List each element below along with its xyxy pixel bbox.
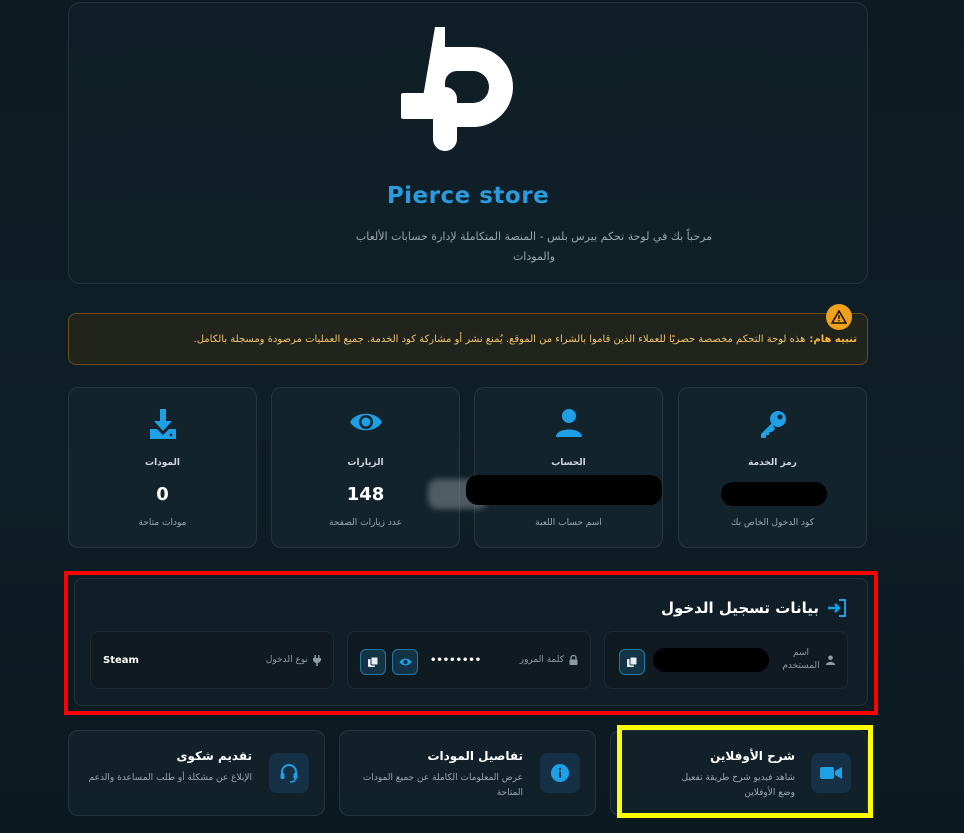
login-title: بيانات تسجيل الدخول <box>661 599 847 617</box>
card-title: شرح الأوفلاين <box>710 749 795 763</box>
eye-icon <box>399 658 411 666</box>
welcome-text: مرحباً بك في لوحة تحكم بيرس بلس - المنصة… <box>355 230 713 263</box>
stat-value: 0 <box>156 484 169 505</box>
stat-title: الحساب <box>551 458 586 468</box>
plug-icon <box>313 654 321 666</box>
password-field: كلمة المرور •••••••• <box>347 631 591 689</box>
stat-title: رمز الخدمة <box>748 458 797 468</box>
card-title: تفاصيل المودات <box>427 749 523 763</box>
card-title: تقديم شكوى <box>176 749 252 763</box>
video-icon <box>811 753 851 793</box>
sign-in-icon <box>828 599 846 617</box>
stat-title: المودات <box>145 458 180 468</box>
username-field: اسم المستخدم <box>604 631 848 689</box>
card-desc: شاهد فيديو شرح طريقة تفعيل وضع الأوفلاين <box>681 773 795 798</box>
card-desc: عرض المعلومات الكاملة عن جميع المودات ال… <box>362 773 523 798</box>
login-title-text: بيانات تسجيل الدخول <box>660 599 819 617</box>
info-icon <box>540 753 580 793</box>
copy-password-button[interactable] <box>360 649 386 675</box>
lock-icon <box>569 655 578 665</box>
stat-subtitle: مودات متاحة <box>138 518 187 528</box>
login-type-value: Steam <box>103 654 139 666</box>
stat-card-mods: المودات 0 مودات متاحة <box>68 387 257 548</box>
stat-subtitle: كود الدخول الخاص بك <box>730 518 814 528</box>
header-card: Pierce store مرحباً بك في لوحة تحكم بيرس… <box>68 2 868 284</box>
brand-name: Pierce store <box>386 183 550 209</box>
login-type-label: نوع الدخول <box>266 632 321 688</box>
brand-logo <box>394 27 531 153</box>
warning-label: تنبيه هام: <box>809 333 857 345</box>
warning-banner: تنبيه هام: هذه لوحة التحكم مخصصة حصريًا … <box>68 313 868 365</box>
copy-username-button[interactable] <box>619 649 645 675</box>
stat-card-visits: الزيارات 148 عدد زيارات الصفحة <box>271 387 460 548</box>
stat-subtitle: اسم حساب اللعبة <box>535 518 602 528</box>
user-icon <box>826 655 835 665</box>
toggle-password-button[interactable] <box>392 649 418 675</box>
warning-icon <box>826 304 852 330</box>
dashboard-page: Pierce store مرحباً بك في لوحة تحكم بيرس… <box>0 0 964 833</box>
card-offline-tutorial[interactable]: شرح الأوفلاين شاهد فيديو شرح طريقة تفعيل… <box>610 730 868 816</box>
user-icon <box>475 408 662 440</box>
redacted-username <box>653 648 769 672</box>
eye-icon <box>272 408 459 440</box>
copy-icon <box>368 656 379 667</box>
password-label: كلمة المرور <box>520 632 578 688</box>
warning-text: هذه لوحة التحكم مخصصة حصريًا للعملاء الذ… <box>193 333 806 345</box>
key-icon <box>679 408 866 440</box>
redacted-value <box>721 482 827 506</box>
redacted-account-name <box>466 475 662 505</box>
download-icon <box>69 408 256 440</box>
password-value: •••••••• <box>430 654 482 666</box>
login-credentials-card: بيانات تسجيل الدخول اسم المستخدم كلمة ال… <box>74 578 868 706</box>
card-complaint[interactable]: تقديم شكوى الإبلاغ عن مشكلة أو طلب المسا… <box>68 730 325 816</box>
copy-icon <box>627 656 638 667</box>
stat-subtitle: عدد زيارات الصفحة <box>329 518 402 528</box>
stat-card-account: الحساب اسم حساب اللعبة <box>474 387 663 548</box>
login-type-field: نوع الدخول Steam <box>90 631 334 689</box>
stat-title: الزيارات <box>347 458 384 468</box>
headset-icon <box>269 753 309 793</box>
card-mod-details[interactable]: تفاصيل المودات عرض المعلومات الكاملة عن … <box>339 730 596 816</box>
username-label: اسم المستخدم <box>781 632 835 688</box>
card-desc: الإبلاغ عن مشكلة أو طلب المساعدة والدعم <box>88 773 252 783</box>
stat-card-service-code: رمز الخدمة كود الدخول الخاص بك <box>678 387 867 548</box>
